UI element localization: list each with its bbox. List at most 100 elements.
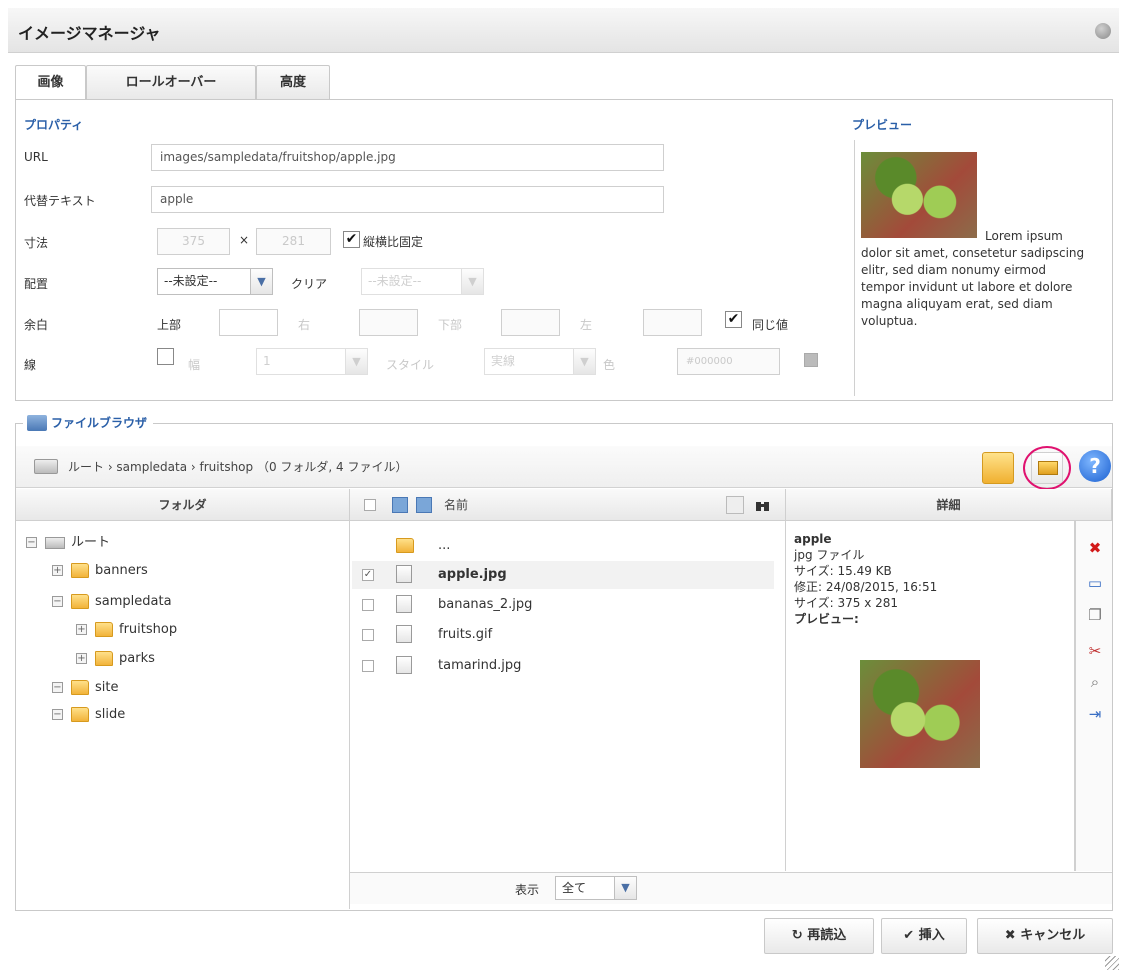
file-actions: ✖ ▭ ❐ ✂ ⌕ ⇥	[1075, 521, 1112, 871]
detail-preview-label: プレビュー:	[794, 612, 859, 626]
tab-rollover[interactable]: ロールオーバー	[86, 65, 256, 99]
file-checkbox[interactable]	[362, 599, 374, 611]
sort-desc-icon[interactable]	[416, 497, 432, 513]
copy-icon[interactable]: ❐	[1084, 604, 1106, 626]
tree-item-sampledata[interactable]: − sampledata	[52, 591, 172, 613]
margin-right-input[interactable]	[359, 309, 418, 336]
name-column-label: 名前	[444, 498, 469, 512]
margin-left-input[interactable]	[643, 309, 702, 336]
detail-filesize: サイズ: 15.49 KB	[794, 564, 892, 578]
breadcrumb: ルート › sampledata › fruitshop （0 フォルダ, 4 …	[68, 460, 408, 474]
margin-left-label: 左	[580, 318, 593, 332]
cut-icon[interactable]: ✂	[1084, 640, 1106, 662]
collapse-icon[interactable]: −	[26, 537, 37, 548]
tree-item-label: fruitshop	[119, 622, 178, 637]
margin-top-input[interactable]	[219, 309, 278, 336]
collapse-icon[interactable]: −	[52, 596, 63, 607]
tree-item-label: parks	[119, 651, 155, 666]
clear-label: クリア	[291, 277, 328, 291]
tree-item-label: banners	[95, 563, 148, 578]
align-select[interactable]: --未設定-- ▼	[157, 268, 273, 295]
sort-asc-icon[interactable]	[392, 497, 408, 513]
file-browser-title: ファイルブラウザ	[51, 416, 148, 430]
folder-open-icon	[71, 680, 89, 695]
tree-item-label: slide	[95, 707, 126, 722]
help-icon[interactable]: ?	[1079, 450, 1111, 482]
select-all-checkbox[interactable]	[364, 499, 376, 511]
margin-top-label: 上部	[157, 318, 182, 332]
properties-heading: プロパティ	[24, 118, 84, 132]
tree-item-label: sampledata	[95, 594, 172, 609]
color-picker-icon[interactable]	[804, 353, 818, 367]
file-checkbox[interactable]	[362, 660, 374, 672]
tree-item-slide[interactable]: − slide	[52, 704, 125, 726]
tree-item-site[interactable]: − site	[52, 677, 118, 699]
chevron-down-icon: ▼	[461, 269, 483, 294]
image-file-icon	[396, 595, 412, 613]
search-icon[interactable]	[754, 496, 772, 514]
border-style-select[interactable]: 実線 ▼	[484, 348, 596, 375]
name-column-header[interactable]: 名前	[350, 489, 786, 521]
list-item-parent[interactable]: ...	[352, 532, 774, 560]
margin-bottom-input[interactable]	[501, 309, 560, 336]
details-footer	[786, 872, 1112, 904]
detail-modified: 修正: 24/08/2015, 16:51	[794, 580, 938, 594]
delete-icon[interactable]: ✖	[1084, 537, 1106, 559]
resize-handle[interactable]	[1105, 956, 1119, 970]
view-toggle-icon[interactable]	[726, 496, 744, 514]
tab-image[interactable]: 画像	[15, 65, 86, 100]
list-item-fruits[interactable]: fruits.gif	[352, 621, 774, 649]
border-width-value: 1	[263, 354, 271, 368]
details-column-header: 詳細	[786, 489, 1112, 521]
insert-button[interactable]: ✔ 挿入	[881, 918, 967, 954]
clear-select[interactable]: --未設定-- ▼	[361, 268, 484, 295]
border-style-label: スタイル	[386, 358, 435, 372]
list-item-tamarind[interactable]: tamarind.jpg	[352, 652, 774, 680]
height-input[interactable]: 281	[256, 228, 331, 255]
insert-file-icon[interactable]: ⇥	[1084, 703, 1106, 725]
cancel-button[interactable]: ✖ キャンセル	[977, 918, 1113, 954]
close-icon[interactable]	[1095, 23, 1111, 39]
reload-button[interactable]: ↻ 再読込	[764, 918, 874, 954]
width-input[interactable]: 375	[157, 228, 230, 255]
keep-ratio-checkbox[interactable]: ✔	[343, 231, 360, 248]
preview-heading: プレビュー	[852, 118, 913, 132]
file-browser-legend: ファイルブラウザ	[23, 413, 154, 433]
alt-text-input[interactable]: apple	[151, 186, 664, 213]
tree-item-fruitshop[interactable]: + fruitshop	[76, 619, 177, 641]
zoom-icon[interactable]: ⌕	[1084, 671, 1106, 693]
detail-type: jpg ファイル	[794, 548, 865, 562]
tree-item-banners[interactable]: + banners	[52, 560, 148, 582]
same-margin-checkbox[interactable]: ✔	[725, 311, 742, 328]
collapse-icon[interactable]: −	[52, 682, 63, 693]
expand-icon[interactable]: +	[76, 653, 87, 664]
chevron-down-icon: ▼	[345, 349, 367, 374]
list-item-bananas[interactable]: bananas_2.jpg	[352, 591, 774, 619]
folder-icon	[95, 622, 113, 637]
drive-icon	[45, 536, 65, 549]
url-input[interactable]: images/sampledata/fruitshop/apple.jpg	[151, 144, 664, 171]
tab-advanced[interactable]: 高度	[256, 65, 330, 99]
margin-right-label: 右	[298, 318, 311, 332]
border-width-select[interactable]: 1 ▼	[256, 348, 368, 375]
border-color-input[interactable]: #000000	[677, 348, 780, 375]
expand-icon[interactable]: +	[76, 624, 87, 635]
expand-icon[interactable]: +	[52, 565, 63, 576]
new-folder-icon[interactable]	[982, 452, 1014, 484]
tree-item-root[interactable]: − ルート	[26, 532, 110, 554]
list-footer: 表示 全て ▼	[350, 872, 786, 904]
rename-icon[interactable]: ▭	[1084, 572, 1106, 594]
times-sign: ×	[239, 233, 250, 247]
detail-name: apple	[794, 532, 832, 546]
border-label: 線	[24, 358, 37, 372]
list-item-apple[interactable]: ✓ apple.jpg	[352, 561, 774, 589]
tree-item-parks[interactable]: + parks	[76, 648, 155, 670]
border-checkbox[interactable]	[157, 348, 174, 365]
title-bar: イメージマネージャ	[8, 8, 1119, 53]
show-select[interactable]: 全て ▼	[555, 876, 637, 900]
file-checkbox[interactable]: ✓	[362, 569, 374, 581]
file-checkbox[interactable]	[362, 629, 374, 641]
margin-bottom-label: 下部	[438, 318, 463, 332]
preview-text-line1: Lorem ipsum	[985, 229, 1063, 243]
collapse-icon[interactable]: −	[52, 709, 63, 720]
